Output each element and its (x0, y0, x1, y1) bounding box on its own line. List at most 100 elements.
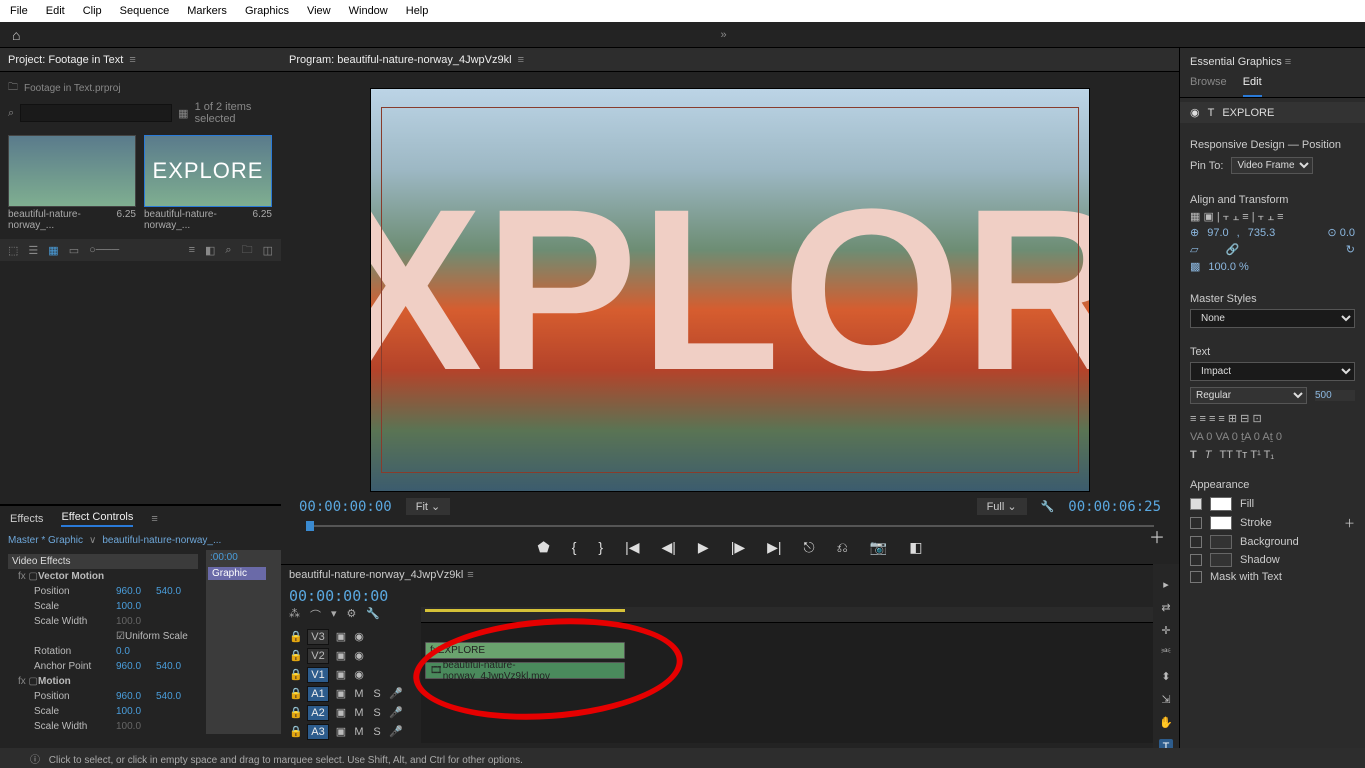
menu-help[interactable]: Help (406, 5, 429, 17)
layer-row[interactable]: ◉ T EXPLORE (1180, 102, 1365, 123)
ec-master[interactable]: Master * Graphic (8, 535, 83, 546)
mark-out-icon[interactable]: } (598, 539, 603, 556)
text-align-buttons[interactable]: ≡ ≡ ≡ ≡ ⊞ ⊟ ⊡ (1190, 412, 1355, 425)
selection-tool-icon[interactable]: ▸ (1163, 578, 1169, 591)
eg-pos-y[interactable]: 735.3 (1248, 227, 1276, 239)
menu-file[interactable]: File (10, 5, 28, 17)
tab-edit[interactable]: Edit (1243, 76, 1262, 97)
main-menu[interactable]: File Edit Clip Sequence Markers Graphics… (0, 0, 1365, 22)
sort-icon[interactable]: ≡ (189, 244, 195, 256)
slip-tool-icon[interactable]: ⬍ (1161, 670, 1170, 683)
font-dropdown[interactable]: Impact (1190, 362, 1355, 381)
add-stroke-icon[interactable]: ＋ (1344, 515, 1355, 531)
track-header[interactable]: 🔒V2▣◉ (281, 646, 421, 665)
icon-view-icon[interactable]: ▦ (48, 244, 58, 257)
lock-icon[interactable]: ⬚ (8, 244, 18, 257)
color-swatch[interactable] (1210, 497, 1232, 511)
step-back-icon[interactable]: ◀| (662, 539, 676, 556)
master-style-dropdown[interactable]: None (1190, 309, 1355, 328)
mask-checkbox[interactable] (1190, 571, 1202, 583)
eg-opacity[interactable]: 100.0 % (1208, 261, 1248, 273)
play-icon[interactable]: ▶ (698, 539, 709, 556)
snap-icon[interactable]: ⁂ (289, 607, 300, 623)
ripple-tool-icon[interactable]: ✛ (1161, 624, 1170, 637)
extract-icon[interactable]: ⎌ (837, 539, 848, 556)
playhead-icon[interactable] (306, 521, 314, 531)
uniform-scale-checkbox[interactable]: ☑ (116, 631, 125, 642)
appearance-row[interactable]: Stroke＋ (1190, 513, 1355, 533)
list-view-icon[interactable]: ☰ (28, 244, 38, 257)
new-bin-icon[interactable]: 🗀 (242, 241, 253, 260)
menu-markers[interactable]: Markers (187, 5, 227, 17)
hand-tool-icon[interactable]: ✋ (1159, 716, 1173, 729)
eg-pos-x[interactable]: 97.0 (1207, 227, 1228, 239)
zoom-slider[interactable]: ○─── (89, 244, 119, 256)
menu-window[interactable]: Window (349, 5, 388, 17)
ec-clip[interactable]: beautiful-nature-norway_... (102, 535, 221, 546)
compare-icon[interactable]: ◧ (909, 539, 922, 556)
go-to-out-icon[interactable]: ▶| (767, 539, 781, 556)
menu-sequence[interactable]: Sequence (120, 5, 170, 17)
program-viewport[interactable]: EXPLORE (370, 88, 1090, 492)
color-swatch[interactable] (1210, 516, 1232, 530)
menu-view[interactable]: View (307, 5, 331, 17)
rotation-val[interactable]: 0.0 (116, 646, 156, 657)
tab-effects[interactable]: Effects (10, 513, 43, 525)
appearance-checkbox[interactable] (1190, 498, 1202, 510)
markers-icon[interactable]: ▾ (331, 607, 337, 623)
menu-edit[interactable]: Edit (46, 5, 65, 17)
appearance-checkbox[interactable] (1190, 517, 1202, 529)
menu-graphics[interactable]: Graphics (245, 5, 289, 17)
mini-timeline[interactable] (306, 525, 1154, 527)
tab-effect-controls[interactable]: Effect Controls (61, 511, 133, 527)
track-header[interactable]: 🔒V3▣◉ (281, 627, 421, 646)
visibility-icon[interactable]: ◉ (1190, 106, 1200, 119)
text-metrics[interactable]: VA 0 VA 0 ṯA 0 Aṯ 0 (1190, 431, 1355, 443)
timeline-clip-video[interactable]: 🎞 beautiful-nature-norway_4JwpVz9kl.mov (425, 662, 625, 679)
timeline-timecode[interactable]: 00:00:00:00 (281, 585, 1153, 607)
new-item-icon[interactable]: ◫ (263, 244, 273, 257)
resolution-dropdown[interactable]: Full ⌄ (977, 498, 1027, 515)
find-icon[interactable]: ⌕ (225, 244, 231, 257)
eg-anchor[interactable]: 0.0 (1340, 227, 1355, 239)
export-frame-icon[interactable]: 📷 (870, 539, 887, 556)
pen-tool-icon[interactable]: ⇲ (1161, 693, 1170, 706)
fx-motion[interactable]: Motion (38, 676, 71, 687)
razor-tool-icon[interactable]: ⎃ (1161, 647, 1170, 660)
go-to-in-icon[interactable]: |◀ (625, 539, 639, 556)
program-panel-tab[interactable]: Program: beautiful-nature-norway_4JwpVz9… (281, 48, 1179, 72)
add-marker-icon[interactable]: ⬟ (538, 539, 550, 556)
track-header[interactable]: 🔒A1▣MS🎤 (281, 684, 421, 703)
anchor-x[interactable]: 960.0 (116, 661, 156, 672)
track-select-tool-icon[interactable]: ⇄ (1161, 601, 1170, 614)
overflow-icon[interactable]: » (720, 29, 726, 41)
timeline-tracks-area[interactable]: fx EXPLORE 🎞 beautiful-nature-norway_4Jw… (421, 607, 1153, 743)
appearance-checkbox[interactable] (1190, 536, 1202, 548)
appearance-checkbox[interactable] (1190, 554, 1202, 566)
align-buttons[interactable]: ▦ ▣ | ⫟ ⫠ ≡ | ⫟ ⫠ ≡ (1190, 210, 1355, 224)
ec-graphic-bar[interactable]: Graphic (208, 567, 266, 580)
scale-val[interactable]: 100.0 (116, 601, 156, 612)
track-header[interactable]: 🔒A2▣MS🎤 (281, 703, 421, 722)
track-header[interactable]: 🔒V1▣◉ (281, 665, 421, 684)
freeform-icon[interactable]: ▭ (69, 244, 79, 257)
pin-to-dropdown[interactable]: Video Frame (1231, 157, 1313, 174)
automate-icon[interactable]: ◧ (205, 244, 215, 257)
color-swatch[interactable] (1210, 553, 1232, 567)
settings-icon[interactable]: 🔧 (1041, 500, 1055, 513)
settings-icon[interactable]: ⚙ (347, 607, 357, 623)
home-icon[interactable]: ⌂ (12, 27, 20, 43)
filter-icon[interactable]: ▦ (178, 107, 188, 120)
pos-y[interactable]: 540.0 (156, 586, 196, 597)
project-item[interactable]: EXPLORE beautiful-nature-norway_...6.25 (144, 135, 272, 231)
zoom-fit-dropdown[interactable]: Fit ⌄ (406, 498, 451, 515)
menu-clip[interactable]: Clip (83, 5, 102, 17)
color-swatch[interactable] (1210, 535, 1232, 549)
wrench-icon[interactable]: 🔧 (366, 607, 380, 623)
appearance-row[interactable]: Fill (1190, 495, 1355, 513)
button-editor-icon[interactable]: ＋ (1149, 524, 1165, 548)
program-timecode[interactable]: 00:00:00:00 (299, 499, 392, 515)
track-header[interactable]: 🔒A3▣MS🎤 (281, 722, 421, 741)
timeline-clip-graphic[interactable]: fx EXPLORE (425, 642, 625, 659)
font-size-input[interactable] (1315, 390, 1355, 401)
